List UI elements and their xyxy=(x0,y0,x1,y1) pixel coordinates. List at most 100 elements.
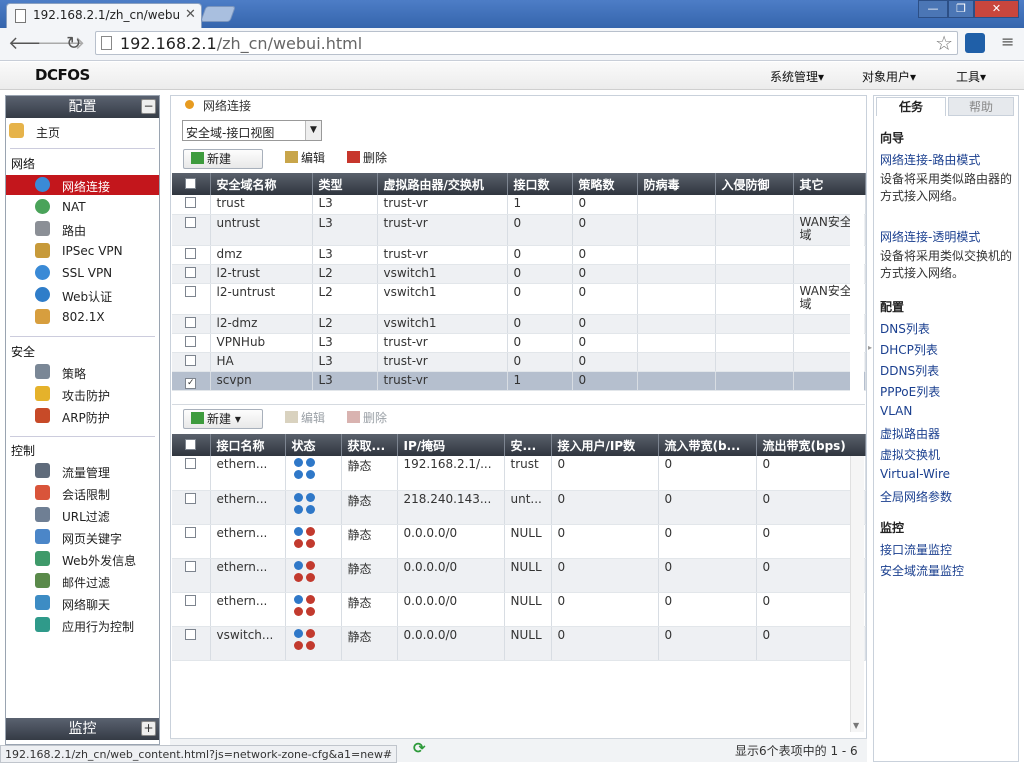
col-iface-count[interactable]: 接口数 xyxy=(507,173,573,195)
link-pppoe[interactable]: PPPoE列表 xyxy=(880,383,940,400)
col-outbound-bw[interactable]: 流出带宽(bps) xyxy=(756,434,866,456)
link-route-mode[interactable]: 网络连接-路由模式 xyxy=(880,151,980,168)
link-dns[interactable]: DNS列表 xyxy=(880,320,930,337)
col-policy-count[interactable]: 策略数 xyxy=(572,173,638,195)
col-type[interactable]: 类型 xyxy=(312,173,378,195)
iface-edit-button[interactable]: 编辑 xyxy=(282,409,325,429)
refresh-icon[interactable]: ⟳ xyxy=(413,739,426,757)
row-checkbox[interactable] xyxy=(185,316,197,328)
col-ip-mask[interactable]: IP/掩码 xyxy=(397,434,505,456)
select-all-checkbox[interactable] xyxy=(185,439,197,450)
sidebar-monitor-header[interactable]: 监控 + xyxy=(6,718,159,740)
table-row[interactable]: ✓ scvpn L3 trust-vr 1 0 xyxy=(172,371,866,391)
zone-delete-button[interactable]: 删除 xyxy=(344,149,387,169)
row-checkbox[interactable] xyxy=(185,492,197,504)
row-checkbox[interactable] xyxy=(185,628,197,640)
sidebar-item-session-limit[interactable]: 会话限制 xyxy=(6,483,159,503)
sidebar-item-home[interactable]: 主页 xyxy=(6,121,159,141)
menu-tools[interactable]: 工具▾ xyxy=(956,68,986,85)
sidebar-item-web-auth[interactable]: Web认证 xyxy=(6,285,159,305)
sidebar-item-ssl-vpn[interactable]: SSL VPN xyxy=(6,263,159,283)
menu-system[interactable]: 系统管理▾ xyxy=(770,68,824,85)
maximize-button[interactable]: ❐ xyxy=(948,0,974,18)
tab-tasks[interactable]: 任务 xyxy=(876,97,946,116)
sidebar-config-header[interactable]: 配置 − xyxy=(6,96,159,118)
col-zone[interactable]: 安... xyxy=(504,434,552,456)
sidebar-item-route[interactable]: 路由 xyxy=(6,219,159,239)
table-row[interactable]: l2-trust L2 vswitch1 0 0 xyxy=(172,264,866,284)
sidebar-item-policy[interactable]: 策略 xyxy=(6,362,159,382)
row-checkbox[interactable] xyxy=(185,247,197,259)
sidebar-item-network-connection[interactable]: 网络连接 xyxy=(6,175,159,195)
col-status[interactable]: 状态 xyxy=(285,434,342,456)
col-ips[interactable]: 入侵防御 xyxy=(715,173,794,195)
table-row[interactable]: ethern... 静态 0.0.0.0/0 NULL 0 0 0 xyxy=(172,592,866,627)
link-ddns[interactable]: DDNS列表 xyxy=(880,362,939,379)
row-checkbox[interactable] xyxy=(185,354,197,366)
sidebar-item-mail-filter[interactable]: 邮件过滤 xyxy=(6,571,159,591)
reload-icon[interactable]: ↻ xyxy=(66,33,81,54)
col-users[interactable]: 接入用户/IP数 xyxy=(551,434,659,456)
tab-help[interactable]: 帮助 xyxy=(948,97,1014,116)
address-bar[interactable]: 192.168.2.1/zh_cn/webui.html ☆ xyxy=(95,31,958,55)
link-vlan[interactable]: VLAN xyxy=(880,404,912,418)
table-row[interactable]: l2-untrust L2 vswitch1 0 0 WAN安全域 xyxy=(172,283,866,315)
row-checkbox[interactable] xyxy=(185,197,197,208)
sidebar-item-keyword[interactable]: 网页关键字 xyxy=(6,527,159,547)
sidebar-item-ipsec-vpn[interactable]: IPSec VPN xyxy=(6,241,159,261)
link-vrouter[interactable]: 虚拟路由器 xyxy=(880,425,940,442)
iface-new-button[interactable]: 新建 ▾ xyxy=(183,409,263,429)
col-other[interactable]: 其它 xyxy=(793,173,866,195)
iface-delete-button[interactable]: 删除 xyxy=(344,409,387,429)
link-vswitch[interactable]: 虚拟交换机 xyxy=(880,446,940,463)
table-row[interactable]: untrust L3 trust-vr 0 0 WAN安全域 xyxy=(172,214,866,246)
row-checkbox[interactable] xyxy=(185,594,197,606)
sidebar-item-traffic[interactable]: 流量管理 xyxy=(6,461,159,481)
table-row[interactable]: HA L3 trust-vr 0 0 xyxy=(172,352,866,372)
col-inbound-bw[interactable]: 流入带宽(b... xyxy=(658,434,757,456)
table-row[interactable]: dmz L3 trust-vr 0 0 xyxy=(172,245,866,265)
zone-edit-button[interactable]: 编辑 xyxy=(282,149,325,169)
link-transparent-mode[interactable]: 网络连接-透明模式 xyxy=(880,228,980,245)
sidebar-item-attack-defense[interactable]: 攻击防护 xyxy=(6,384,159,404)
row-checkbox[interactable] xyxy=(185,560,197,572)
row-checkbox[interactable] xyxy=(185,285,197,297)
table-row[interactable]: ethern... 静态 192.168.2.1/... trust 0 0 0 xyxy=(172,456,866,491)
link-global-net[interactable]: 全局网络参数 xyxy=(880,488,952,505)
table-row[interactable]: ethern... 静态 218.240.143... unt... 0 0 0 xyxy=(172,490,866,525)
menu-icon[interactable]: ≡ xyxy=(1001,32,1014,51)
bookmark-star-icon[interactable]: ☆ xyxy=(935,31,953,55)
sidebar-item-im[interactable]: 网络聊天 xyxy=(6,593,159,613)
col-iface-name[interactable]: 接口名称 xyxy=(210,434,286,456)
col-zone-name[interactable]: 安全域名称 xyxy=(210,173,313,195)
table-row[interactable]: ethern... 静态 0.0.0.0/0 NULL 0 0 0 xyxy=(172,558,866,593)
link-virtual-wire[interactable]: Virtual-Wire xyxy=(880,467,950,481)
browser-tab[interactable]: 192.168.2.1/zh_cn/webu ✕ xyxy=(6,3,202,28)
iface-scrollbar[interactable]: ▼ xyxy=(850,456,864,732)
extension-icon[interactable] xyxy=(965,33,985,53)
window-close-button[interactable]: ✕ xyxy=(974,0,1019,18)
zone-scrollbar[interactable] xyxy=(850,196,864,394)
sidebar-item-app-control[interactable]: 应用行为控制 xyxy=(6,615,159,635)
table-row[interactable]: vswitch... 静态 0.0.0.0/0 NULL 0 0 0 xyxy=(172,626,866,661)
sidebar-item-nat[interactable]: NAT xyxy=(6,197,159,217)
view-select[interactable]: 安全域-接口视图 ▼ xyxy=(182,120,322,141)
minimize-button[interactable]: — xyxy=(918,0,948,18)
col-vrouter[interactable]: 虚拟路由器/交换机 xyxy=(377,173,508,195)
zone-new-button[interactable]: 新建 xyxy=(183,149,263,169)
link-zone-traffic[interactable]: 安全域流量监控 xyxy=(880,562,964,579)
splitter-arrow-icon[interactable]: ▸ xyxy=(868,343,872,352)
close-icon[interactable]: ✕ xyxy=(185,7,196,22)
expand-icon[interactable]: + xyxy=(141,721,156,736)
sidebar-item-url-filter[interactable]: URL过滤 xyxy=(6,505,159,525)
row-checkbox[interactable] xyxy=(185,216,197,228)
sidebar-item-arp-defense[interactable]: ARP防护 xyxy=(6,406,159,426)
sidebar-item-web-outbound[interactable]: Web外发信息 xyxy=(6,549,159,569)
new-tab-button[interactable] xyxy=(200,6,236,22)
row-checkbox[interactable] xyxy=(185,526,197,538)
scroll-down-icon[interactable]: ▼ xyxy=(853,721,859,730)
row-checkbox[interactable]: ✓ xyxy=(185,377,197,389)
menu-objects[interactable]: 对象用户▾ xyxy=(862,68,916,85)
table-row[interactable]: ethern... 静态 0.0.0.0/0 NULL 0 0 0 xyxy=(172,524,866,559)
link-dhcp[interactable]: DHCP列表 xyxy=(880,341,938,358)
